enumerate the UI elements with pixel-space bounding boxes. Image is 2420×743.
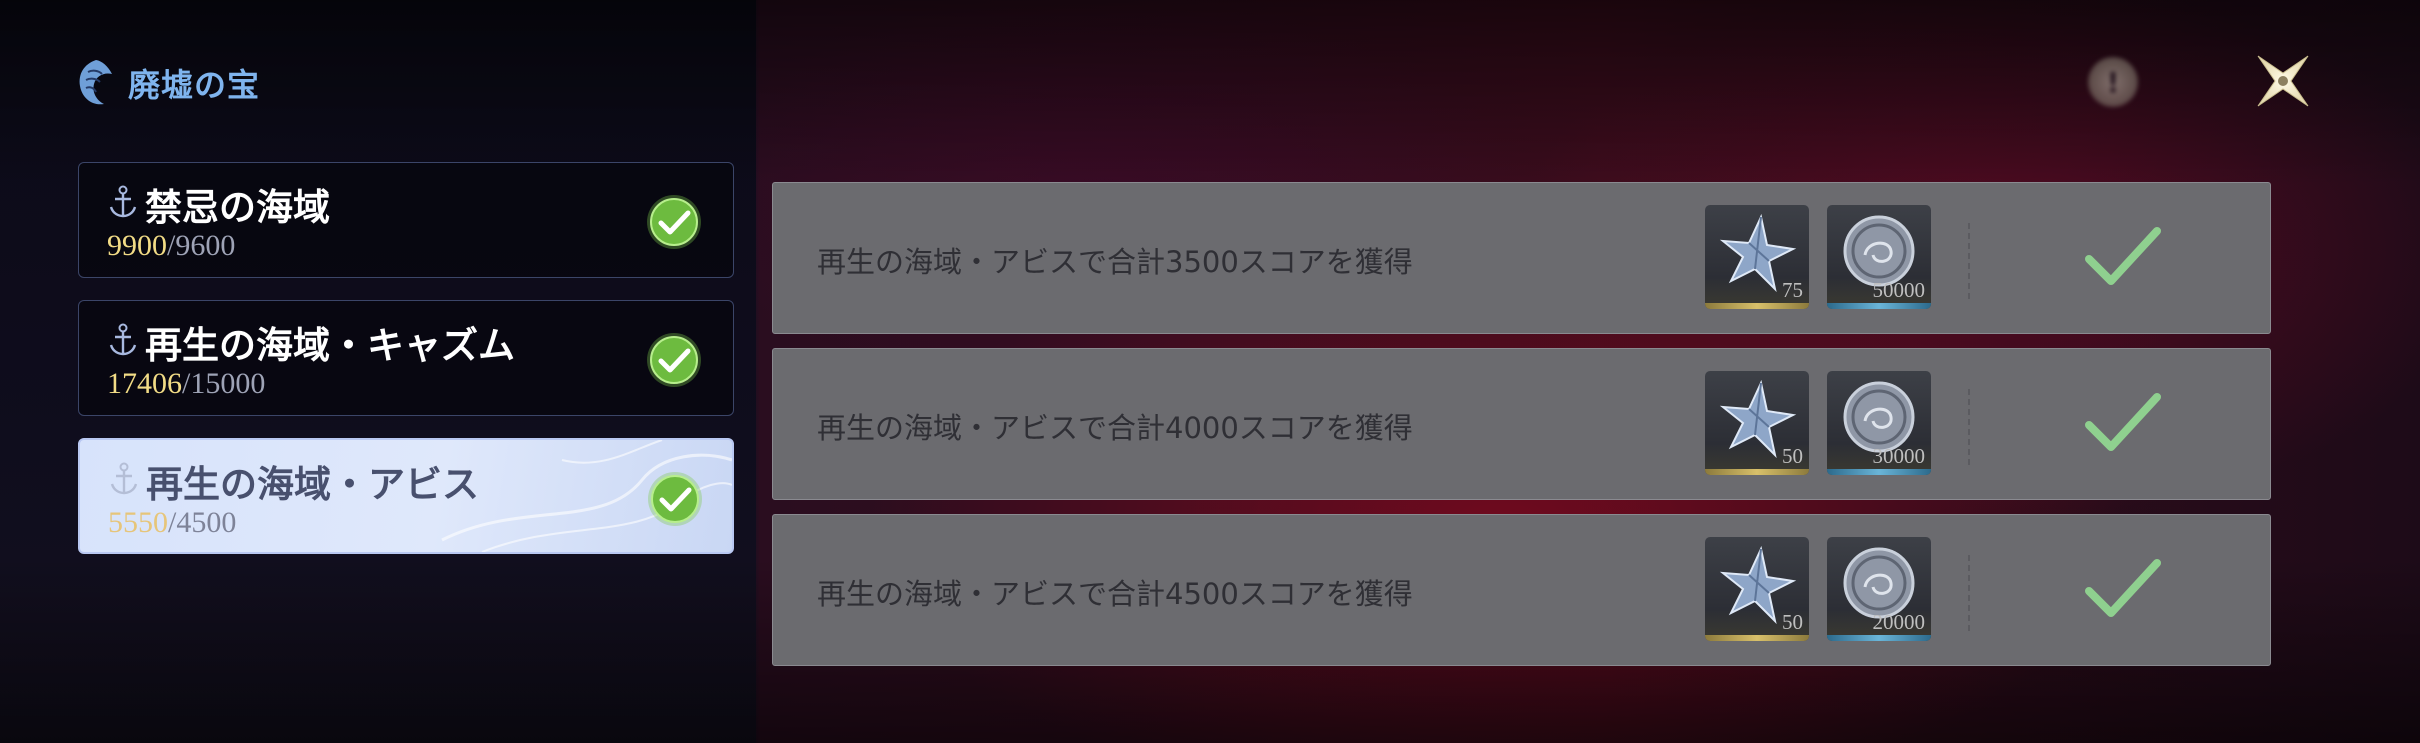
claimed-check-icon bbox=[2085, 393, 2161, 451]
claimed-check-icon bbox=[2085, 227, 2161, 285]
score-progress: 9900/9600 bbox=[107, 229, 236, 262]
claimed-check-icon bbox=[2085, 559, 2161, 617]
sidebar-item-label: 再生の海域・キャズム bbox=[145, 324, 515, 367]
task-row: 再生の海域・アビスで合計4500スコアを獲得 50 20000 bbox=[772, 514, 2271, 666]
divider bbox=[1968, 223, 1970, 299]
reward-star-shard[interactable]: 50 bbox=[1705, 537, 1809, 641]
reward-star-shard[interactable]: 50 bbox=[1705, 371, 1809, 475]
task-row: 再生の海域・アビスで合計4000スコアを獲得 50 30000 bbox=[772, 348, 2271, 500]
score-progress: 5550/4500 bbox=[108, 506, 237, 539]
reward-star-shard[interactable]: 75 bbox=[1705, 205, 1809, 309]
check-badge-icon bbox=[647, 195, 701, 249]
sidebar-item-label: 再生の海域・アビス bbox=[146, 463, 479, 506]
reward-count: 20000 bbox=[1872, 610, 1926, 634]
reward-count: 50 bbox=[1782, 610, 1803, 634]
page-header: 廃墟の宝 bbox=[74, 58, 260, 108]
score-progress: 17406/15000 bbox=[107, 367, 266, 400]
reward-count: 50 bbox=[1782, 444, 1803, 468]
info-icon[interactable]: ! bbox=[2088, 57, 2138, 107]
dragon-emblem-icon bbox=[79, 60, 112, 105]
sidebar-item-forbidden-sea[interactable]: 禁忌の海域 9900/9600 bbox=[78, 162, 734, 278]
divider bbox=[1968, 389, 1970, 465]
sidebar-item-abyss[interactable]: 再生の海域・アビス 5550/4500 bbox=[78, 438, 734, 554]
reward-coin[interactable]: 50000 bbox=[1827, 205, 1931, 309]
sidebar-item-chasm[interactable]: 再生の海域・キャズム 17406/15000 bbox=[78, 300, 734, 416]
reward-coin[interactable]: 20000 bbox=[1827, 537, 1931, 641]
reward-count: 30000 bbox=[1872, 444, 1926, 468]
anchor-icon bbox=[110, 462, 138, 495]
task-description: 再生の海域・アビスで合計4000スコアを獲得 bbox=[817, 411, 1413, 445]
anchor-icon bbox=[109, 323, 137, 356]
page-title: 廃墟の宝 bbox=[128, 66, 261, 104]
sidebar-item-label: 禁忌の海域 bbox=[145, 186, 330, 229]
reward-coin[interactable]: 30000 bbox=[1827, 371, 1931, 475]
reward-count: 75 bbox=[1782, 278, 1803, 302]
task-description: 再生の海域・アビスで合計3500スコアを獲得 bbox=[817, 245, 1413, 279]
task-row: 再生の海域・アビスで合計3500スコアを獲得 75 50000 bbox=[772, 182, 2271, 334]
divider bbox=[1968, 555, 1970, 631]
check-badge-icon bbox=[648, 472, 702, 526]
reward-count: 50000 bbox=[1872, 278, 1926, 302]
close-x-icon[interactable] bbox=[2248, 46, 2318, 116]
task-description: 再生の海域・アビスで合計4500スコアを獲得 bbox=[817, 577, 1413, 611]
check-badge-icon bbox=[647, 333, 701, 387]
anchor-icon bbox=[109, 185, 137, 218]
